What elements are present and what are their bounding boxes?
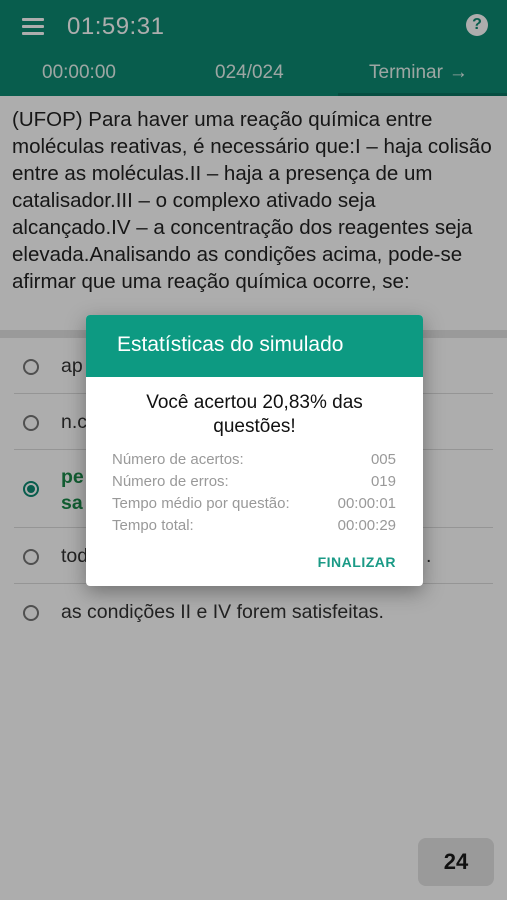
stats-list: Número de acertos: 005 Número de erros: … xyxy=(112,451,396,539)
stat-row: Número de erros: 019 xyxy=(112,473,396,495)
page-number-badge[interactable]: 24 xyxy=(418,838,494,886)
stat-value: 005 xyxy=(370,451,396,468)
stat-value: 00:00:29 xyxy=(337,517,396,534)
dialog-title: Estatísticas do simulado xyxy=(86,315,423,377)
stat-label: Tempo total: xyxy=(112,517,194,534)
stat-label: Número de acertos: xyxy=(112,451,244,468)
stat-label: Número de erros: xyxy=(112,473,229,490)
stat-row: Tempo total: 00:00:29 xyxy=(112,517,396,539)
stat-row: Número de acertos: 005 xyxy=(112,451,396,473)
stat-value: 00:00:01 xyxy=(337,495,396,512)
stat-label: Tempo médio por questão: xyxy=(112,495,290,512)
stat-value: 019 xyxy=(370,473,396,490)
stat-row: Tempo médio por questão: 00:00:01 xyxy=(112,495,396,517)
finalize-button[interactable]: FINALIZAR xyxy=(318,554,396,570)
stats-dialog: Estatísticas do simulado Você acertou 20… xyxy=(86,315,423,586)
result-message: Você acertou 20,83% das questões! xyxy=(146,392,363,437)
